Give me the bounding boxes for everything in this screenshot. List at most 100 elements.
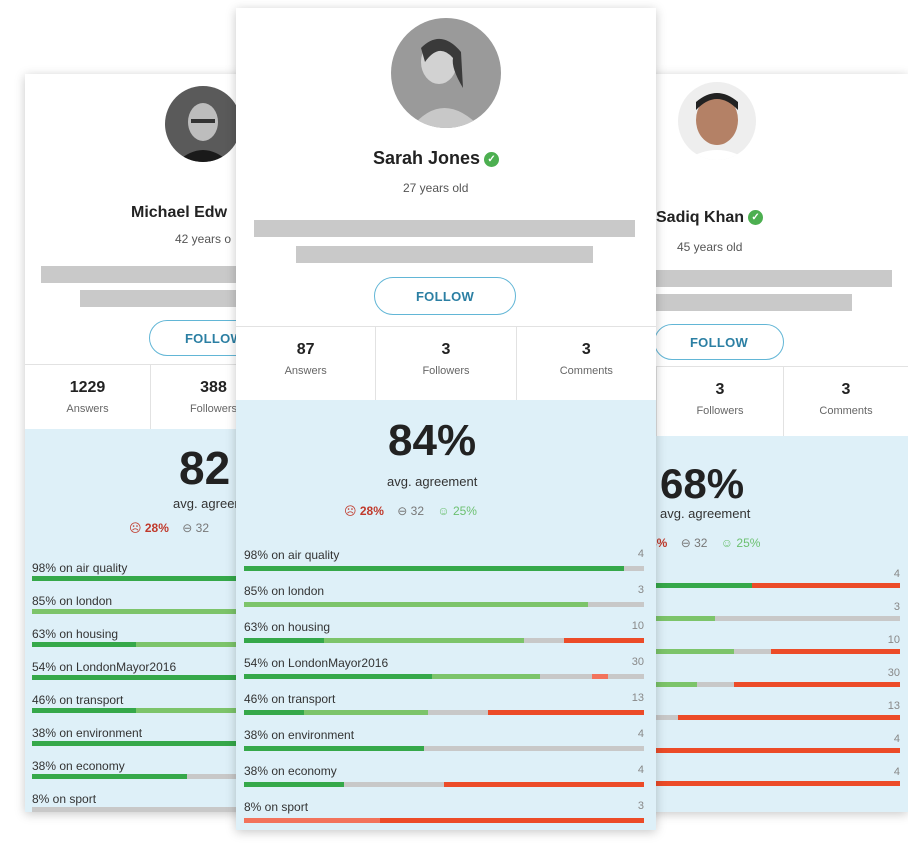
topic-row[interactable]: 63% on housing 10: [244, 620, 644, 643]
topic-agreement-bar: [244, 602, 644, 607]
profile-name-text: Sarah Jones: [373, 148, 481, 168]
bar-segment: [696, 682, 734, 687]
bar-segment: [752, 583, 900, 588]
topic-label: 85% on london: [244, 584, 325, 598]
neutral-count: 32: [694, 536, 708, 550]
follow-button[interactable]: FOLLOW: [654, 324, 784, 360]
topic-count: 10: [631, 620, 644, 632]
stat-label: Answers: [284, 365, 327, 377]
topic-count: 30: [631, 656, 644, 668]
profile-age: 27 years old: [403, 181, 469, 195]
topic-row[interactable]: 38% on economy 4: [244, 764, 644, 787]
topic-row[interactable]: 8% on sport 3: [244, 800, 644, 823]
bar-segment: [588, 602, 644, 607]
topic-agreement-bar: [244, 746, 644, 751]
stat-comments[interactable]: 3 Comments: [515, 327, 656, 401]
topic-count: 4: [637, 764, 644, 776]
avatar: [678, 82, 756, 160]
stats-row: 87 Answers 3 Followers 3 Comments: [236, 326, 656, 401]
avatar: [165, 86, 241, 162]
stat-followers[interactable]: 3 Followers: [375, 327, 515, 401]
bar-segment: [678, 715, 900, 720]
stat-followers[interactable]: 3 Followers: [656, 367, 783, 437]
bar-segment: [32, 708, 136, 713]
bar-segment: [428, 710, 488, 715]
bar-segment: [770, 649, 900, 654]
topic-row[interactable]: 85% on london 3: [244, 584, 644, 607]
bar-segment: [432, 674, 540, 679]
agreement-breakdown: ☹ 28% ⊖ 32: [129, 521, 209, 535]
topic-label: 46% on transport: [244, 692, 336, 706]
topic-agreement-bar: [244, 818, 644, 823]
topic-row[interactable]: 98% on air quality 4: [244, 548, 644, 571]
topic-label: 38% on environment: [244, 728, 355, 742]
bar-segment: [524, 746, 644, 751]
topic-count: 3: [637, 800, 644, 812]
topic-label: 63% on housing: [32, 627, 119, 641]
bar-segment: [540, 674, 592, 679]
agree-pct: 25%: [452, 504, 477, 518]
stat-value: 87: [296, 341, 315, 358]
topic-label: 38% on economy: [32, 759, 125, 773]
topic-agreement-bar: [244, 710, 644, 715]
bar-segment: [608, 674, 644, 679]
topic-agreement-bar: [244, 674, 644, 679]
topic-count: 13: [887, 700, 900, 712]
verified-icon: ✓: [748, 210, 764, 226]
follow-button[interactable]: FOLLOW: [374, 277, 516, 315]
bar-segment: [622, 781, 900, 786]
topic-count: 3: [893, 601, 900, 613]
agree-icon: ☺: [437, 504, 450, 518]
topic-label: 54% on LondonMayor2016: [244, 656, 389, 670]
avatar: [391, 18, 501, 128]
topic-count: 4: [893, 568, 900, 580]
topic-row[interactable]: 46% on transport 13: [244, 692, 644, 715]
bar-segment: [592, 674, 608, 679]
bar-segment: [524, 638, 564, 643]
agree-pct: 25%: [736, 536, 761, 550]
topic-label: 8% on sport: [32, 792, 97, 806]
stat-comments[interactable]: 3 Comments: [783, 367, 908, 437]
profile-age: 45 years old: [677, 240, 743, 254]
topic-count: 4: [637, 728, 644, 740]
topic-row[interactable]: 54% on LondonMayor2016 30: [244, 656, 644, 679]
bar-segment: [344, 782, 444, 787]
bar-segment: [324, 638, 524, 643]
disagree-pct: 28%: [359, 504, 384, 518]
topic-agreement-bar: [244, 782, 644, 787]
topic-label: 8% on sport: [244, 800, 309, 814]
stat-answers[interactable]: 87 Answers: [236, 327, 375, 401]
neutral-count: 32: [195, 521, 209, 535]
agreement-breakdown: ☹ 28% ⊖ 32 ☺ 25%: [344, 504, 477, 518]
profile-name: Michael Edw: [131, 204, 228, 221]
topic-count: 10: [887, 634, 900, 646]
topic-label: 38% on economy: [244, 764, 337, 778]
bar-segment: [304, 710, 428, 715]
agreement-percentage: 68%: [660, 460, 745, 507]
bar-segment: [624, 566, 644, 571]
bar-segment: [244, 566, 624, 571]
agreement-percentage: 84%: [388, 416, 477, 465]
profile-name: Sarah Jones ✓: [373, 148, 500, 169]
topic-count: 4: [893, 733, 900, 745]
bar-segment: [488, 710, 644, 715]
topic-row[interactable]: 38% on environment 4: [244, 728, 644, 751]
stat-label: Followers: [422, 365, 470, 377]
topic-count: 13: [631, 692, 644, 704]
topic-count: 4: [637, 548, 644, 560]
topic-label: 46% on transport: [32, 693, 124, 707]
bar-segment: [244, 602, 588, 607]
disagree-icon: ☹: [344, 504, 357, 518]
bar-segment: [244, 710, 304, 715]
bio-placeholder: [254, 220, 635, 237]
stat-value: 3: [715, 381, 725, 398]
stat-value: 1229: [69, 379, 106, 396]
agreement-breakdown: 8% ⊖ 32 ☺ 25%: [650, 536, 760, 550]
topic-label: 63% on housing: [244, 620, 331, 634]
bar-segment: [444, 782, 644, 787]
stat-label: Followers: [696, 405, 744, 417]
topic-label: 54% on LondonMayor2016: [32, 660, 177, 674]
stat-answers[interactable]: 1229 Answers: [25, 365, 150, 429]
avg-agreement-label: avg. agreement: [660, 506, 751, 521]
bar-segment: [244, 638, 324, 643]
